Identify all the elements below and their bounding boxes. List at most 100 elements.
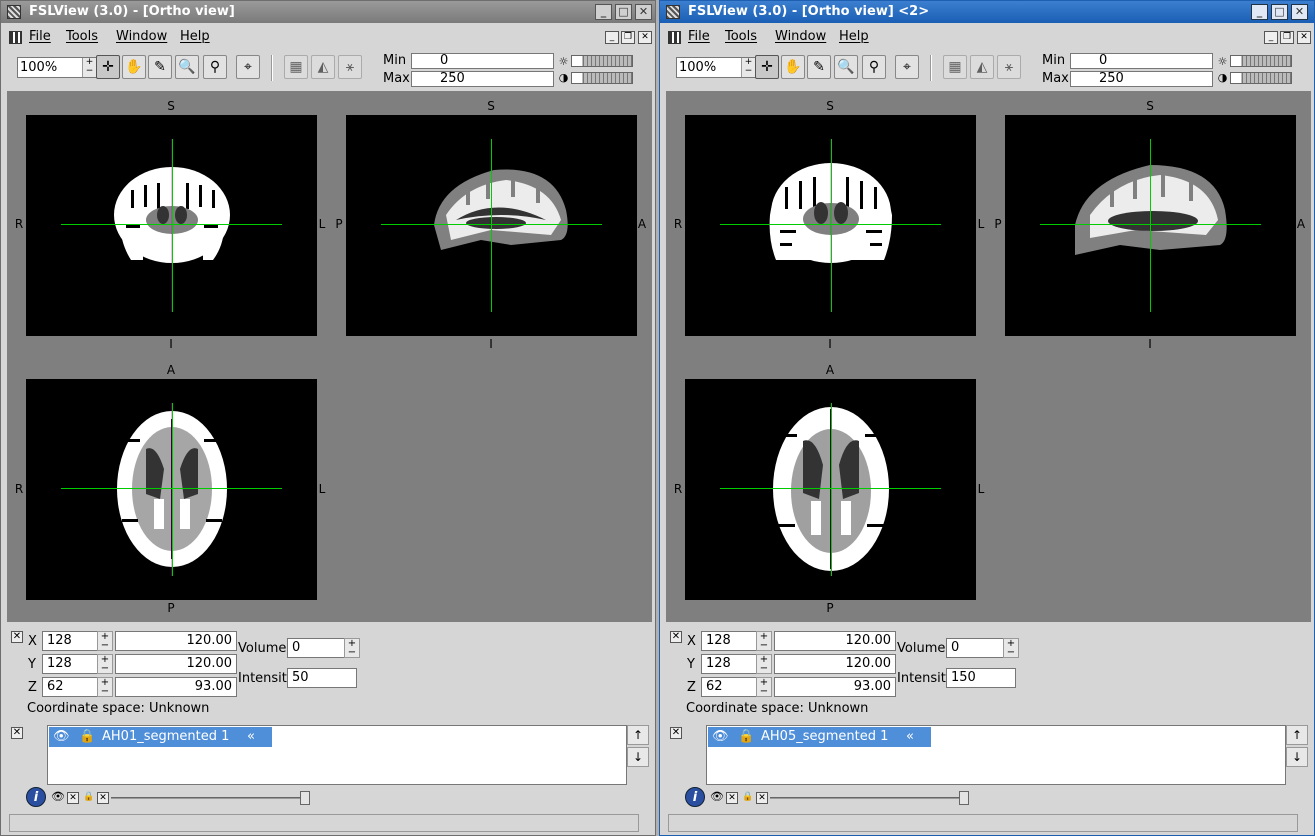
title-bar[interactable]: FSLView (3.0) - [Ortho view] <2> _ □ ✕ (660, 1, 1314, 23)
zoom-spinbox[interactable]: 100% + − (676, 57, 756, 78)
contrast-slider[interactable] (571, 72, 633, 84)
zoom-reset-button[interactable]: ⚲ (203, 55, 227, 79)
close-layer-icon[interactable]: ✕ (97, 792, 109, 804)
mdi-close-button[interactable]: ✕ (1297, 31, 1311, 44)
opacity-slider-handle[interactable] (300, 791, 310, 805)
mdi-restore-button[interactable]: ❐ (621, 31, 635, 44)
eye-icon[interactable]: 👁 (710, 791, 724, 804)
zoom-spinbox[interactable]: 100% + − (17, 57, 97, 78)
fill-button[interactable]: ◭ (311, 55, 335, 79)
brightness-slider[interactable] (571, 55, 633, 67)
magic-wand-button[interactable]: ⚹ (997, 55, 1021, 79)
pencil-button[interactable]: ✎ (807, 55, 831, 79)
contrast-slider[interactable] (1230, 72, 1292, 84)
close-icon[interactable]: ✕ (670, 631, 682, 643)
menu-help[interactable]: Help (839, 25, 869, 49)
x-voxel-field[interactable]: 128 (42, 631, 98, 651)
lock-icon[interactable]: 🔒 (742, 792, 754, 804)
max-field[interactable]: 250 (1070, 71, 1213, 87)
layer-list[interactable]: 👁 🔒 AH05_segmented 1 « (706, 725, 1286, 785)
move-layer-down-button[interactable]: ↓ (627, 747, 649, 767)
app-icon[interactable] (666, 5, 680, 19)
minimize-button[interactable]: _ (1251, 4, 1268, 20)
sagittal-view[interactable] (346, 115, 637, 336)
zoom-spin-icon[interactable]: + − (82, 58, 96, 77)
volume-stepper[interactable]: + − (344, 638, 360, 658)
zoom-reset-button[interactable]: ⚲ (862, 55, 886, 79)
eye-icon[interactable]: 👁 (51, 791, 65, 804)
move-layer-up-button[interactable]: ↑ (1286, 725, 1308, 745)
z-stepper[interactable]: + − (756, 677, 772, 697)
pan-hand-button[interactable]: ✋ (122, 55, 146, 79)
close-icon[interactable]: ✕ (670, 727, 682, 739)
zoom-spin-icon[interactable]: + − (741, 58, 755, 77)
crosshair-toggle-button[interactable]: ⌖ (236, 55, 260, 79)
max-field[interactable]: 250 (411, 71, 554, 87)
select-region-button[interactable]: ▦ (284, 55, 308, 79)
fslview-window-1[interactable]: FSLView (3.0) - [Ortho view] _ □ ✕ File … (0, 0, 656, 836)
mdi-restore-button[interactable]: ❐ (1280, 31, 1294, 44)
z-stepper[interactable]: + − (97, 677, 113, 697)
visibility-eye-icon[interactable]: 👁 (53, 727, 70, 747)
x-mm-field[interactable]: 120.00 (115, 631, 237, 651)
y-mm-field[interactable]: 120.00 (774, 654, 896, 674)
close-layer-icon[interactable]: ✕ (756, 792, 768, 804)
x-mm-field[interactable]: 120.00 (774, 631, 896, 651)
menu-file[interactable]: File (688, 25, 710, 49)
pan-hand-button[interactable]: ✋ (781, 55, 805, 79)
opacity-slider-track[interactable] (111, 797, 307, 799)
y-mm-field[interactable]: 120.00 (115, 654, 237, 674)
cursor-mode-button[interactable]: ✛ (96, 55, 120, 79)
layer-list[interactable]: 👁 🔒 AH01_segmented 1 « (47, 725, 627, 785)
x-stepper[interactable]: + − (97, 631, 113, 651)
visibility-eye-icon[interactable]: 👁 (712, 727, 729, 747)
zoom-magnifier-button[interactable]: 🔍 (834, 55, 858, 79)
y-stepper[interactable]: + − (97, 654, 113, 674)
layer-item[interactable]: 👁 🔒 AH05_segmented 1 « (708, 727, 931, 747)
minimize-button[interactable]: _ (595, 4, 612, 20)
menu-window[interactable]: Window (116, 25, 167, 49)
close-icon[interactable]: ✕ (11, 631, 23, 643)
remove-icon[interactable]: ✕ (726, 792, 738, 804)
title-bar[interactable]: FSLView (3.0) - [Ortho view] _ □ ✕ (1, 1, 655, 23)
double-chevron-icon[interactable]: « (247, 727, 255, 747)
app-icon[interactable] (7, 5, 21, 19)
sagittal-view[interactable] (1005, 115, 1296, 336)
y-stepper[interactable]: + − (756, 654, 772, 674)
menu-help[interactable]: Help (180, 25, 210, 49)
volume-field[interactable]: 0 (287, 638, 345, 658)
menu-file[interactable]: File (29, 25, 51, 49)
select-region-button[interactable]: ▦ (943, 55, 967, 79)
axial-view[interactable] (685, 379, 976, 600)
min-field[interactable]: 0 (1070, 53, 1213, 69)
close-icon[interactable]: ✕ (11, 727, 23, 739)
remove-icon[interactable]: ✕ (67, 792, 79, 804)
y-voxel-field[interactable]: 128 (42, 654, 98, 674)
volume-field[interactable]: 0 (946, 638, 1004, 658)
z-mm-field[interactable]: 93.00 (115, 677, 237, 697)
cursor-mode-button[interactable]: ✛ (755, 55, 779, 79)
z-voxel-field[interactable]: 62 (42, 677, 98, 697)
menu-tools[interactable]: Tools (725, 25, 757, 49)
axial-view[interactable] (26, 379, 317, 600)
magic-wand-button[interactable]: ⚹ (338, 55, 362, 79)
fill-button[interactable]: ◭ (970, 55, 994, 79)
crosshair-toggle-button[interactable]: ⌖ (895, 55, 919, 79)
lock-icon[interactable]: 🔒 (738, 727, 754, 747)
pencil-button[interactable]: ✎ (148, 55, 172, 79)
menu-tools[interactable]: Tools (66, 25, 98, 49)
zoom-magnifier-button[interactable]: 🔍 (175, 55, 199, 79)
x-stepper[interactable]: + − (756, 631, 772, 651)
mdi-icon[interactable] (9, 31, 22, 44)
lock-icon[interactable]: 🔒 (83, 792, 95, 804)
y-voxel-field[interactable]: 128 (701, 654, 757, 674)
opacity-slider-track[interactable] (770, 797, 966, 799)
mdi-minimize-button[interactable]: _ (1264, 31, 1278, 44)
move-layer-down-button[interactable]: ↓ (1286, 747, 1308, 767)
coronal-view[interactable] (685, 115, 976, 336)
close-button[interactable]: ✕ (1291, 4, 1308, 20)
lock-icon[interactable]: 🔒 (79, 727, 95, 747)
maximize-button[interactable]: □ (615, 4, 632, 20)
info-icon[interactable]: i (26, 787, 46, 807)
info-icon[interactable]: i (685, 787, 705, 807)
